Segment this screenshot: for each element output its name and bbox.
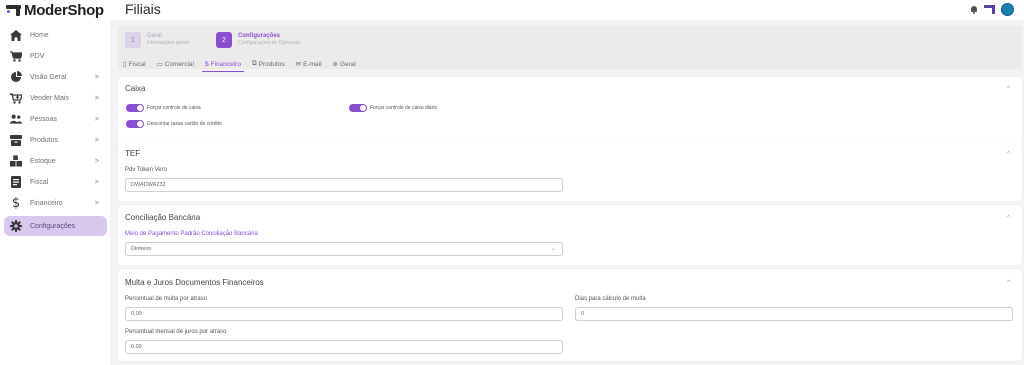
pie-chart-icon: [10, 71, 22, 83]
chevron-right-icon: >: [94, 73, 99, 81]
tab-bar: ▯ Fiscal ▭ Comercial $ Financeiro ⧉ Prod…: [123, 58, 356, 72]
chevron-right-icon: >: [94, 199, 99, 207]
sidebar-item-financeiro[interactable]: $ Financeiro >: [4, 193, 107, 213]
tab-financeiro[interactable]: $ Financeiro: [201, 58, 244, 72]
chevron-up-icon[interactable]: ^: [1007, 151, 1010, 157]
cart-plus-icon: [10, 92, 22, 104]
document-icon: ▯: [123, 61, 127, 68]
brand-logo[interactable]: ModerShop: [6, 0, 104, 20]
sidebar: Home PDV Visão Geral > Vender Mais > Pes…: [0, 20, 110, 365]
document-icon: [10, 176, 22, 188]
chevron-up-icon[interactable]: ^: [1007, 280, 1010, 286]
dollar-icon: $: [11, 195, 21, 211]
percentual-multa-input[interactable]: 0,00: [125, 307, 563, 321]
sidebar-item-configuracoes[interactable]: Configurações: [4, 216, 107, 236]
globe-icon: ⊕: [332, 61, 338, 68]
home-icon: [10, 29, 22, 41]
meio-pagamento-select[interactable]: Dinheiro ⌄: [125, 242, 563, 256]
box-icon: ⧉: [251, 60, 257, 67]
main-content: 1 Geral Informações gerais 2 Configuraçõ…: [110, 20, 1024, 365]
chevron-right-icon: >: [94, 178, 99, 186]
percentual-multa-label: Percentual de multa por atraso: [125, 296, 208, 302]
step-2-subtitle: Configurações de Operação: [238, 40, 301, 46]
descontar-taxas-toggle[interactable]: [126, 120, 144, 128]
gear-icon: [10, 220, 22, 232]
bell-icon[interactable]: [970, 5, 978, 14]
forcar-controle-caixa-toggle[interactable]: [126, 104, 144, 112]
chevron-right-icon: >: [94, 94, 99, 102]
tab-fiscal[interactable]: ▯ Fiscal: [123, 58, 146, 70]
meio-pagamento-label: Meio de Pagamento Padrão Conciliação Ban…: [125, 231, 258, 237]
step-1-number[interactable]: 1: [125, 32, 141, 48]
cart-icon: [10, 50, 22, 62]
tab-geral[interactable]: ⊕ Geral: [333, 58, 356, 70]
forcar-controle-caixa-label: Forçar controle de caixa: [147, 105, 201, 111]
chevron-right-icon: >: [94, 157, 99, 165]
sidebar-item-pdv[interactable]: PDV: [4, 46, 107, 66]
box-icon: [10, 134, 22, 146]
chevron-down-icon: ⌄: [550, 246, 556, 252]
sidebar-item-home[interactable]: Home: [4, 25, 107, 45]
tef-card: TEF ^ Pdv Token Vero DWADWA232: [118, 141, 1022, 201]
descontar-taxas-label: Descontar taxas cartão de crédito: [147, 121, 222, 127]
tab-comercial[interactable]: ▭ Comercial: [157, 58, 194, 70]
sidebar-item-vender-mais[interactable]: Vender Mais >: [4, 88, 107, 108]
calendar-icon: ▭: [156, 61, 163, 68]
step-1-subtitle: Informações gerais: [147, 40, 190, 46]
step-2-number[interactable]: 2: [216, 32, 232, 48]
multa-juros-card: Multa e Juros Documentos Financeiros ^ P…: [118, 269, 1022, 361]
dollar-icon: $: [204, 60, 209, 68]
multa-juros-title: Multa e Juros Documentos Financeiros: [125, 278, 264, 287]
dias-multa-input[interactable]: 0: [575, 307, 1013, 321]
top-bar: ModerShop Filiais: [0, 0, 1024, 20]
chevron-right-icon: >: [94, 115, 99, 123]
tab-produtos[interactable]: ⧉ Produtos: [252, 58, 285, 70]
sidebar-item-visao-geral[interactable]: Visão Geral >: [4, 67, 107, 87]
pdv-token-input[interactable]: DWADWA232: [125, 178, 563, 192]
forcar-controle-caixa-diario-toggle[interactable]: [349, 104, 367, 112]
sidebar-item-fiscal[interactable]: Fiscal >: [4, 172, 107, 192]
app-logo-icon[interactable]: [984, 5, 995, 14]
step-2-title[interactable]: Configurações: [238, 33, 280, 39]
avatar[interactable]: [1001, 3, 1014, 16]
sidebar-item-pessoas[interactable]: Pessoas >: [4, 109, 107, 129]
dias-multa-label: Dias para cálculo de multa: [575, 296, 646, 302]
percentual-juros-input[interactable]: 0,00: [125, 340, 563, 354]
chevron-up-icon[interactable]: ^: [1007, 86, 1010, 92]
tef-title: TEF: [125, 149, 141, 158]
sidebar-item-produtos[interactable]: Produtos >: [4, 130, 107, 150]
pdv-token-label: Pdv Token Vero: [125, 167, 167, 173]
boxes-icon: [10, 155, 22, 167]
tab-email[interactable]: ✉ E-mail: [296, 58, 322, 70]
brand-name: ModerShop: [24, 1, 104, 19]
conciliacao-title: Conciliação Bancária: [125, 213, 201, 222]
people-icon: [10, 113, 22, 125]
conciliacao-card: Conciliação Bancária ^ Meio de Pagamento…: [118, 205, 1022, 265]
logo-icon: [6, 5, 21, 16]
chevron-right-icon: >: [94, 136, 99, 144]
sidebar-item-estoque[interactable]: Estoque >: [4, 151, 107, 171]
forcar-controle-caixa-diario-label: Forçar controle de caixa diário: [370, 105, 438, 111]
step-1-title[interactable]: Geral: [147, 33, 162, 39]
caixa-title: Caixa: [125, 84, 146, 93]
mail-icon: ✉: [295, 61, 302, 68]
chevron-up-icon[interactable]: ^: [1007, 215, 1010, 221]
percentual-juros-label: Percentual mensal de juros por atraso: [125, 329, 227, 335]
page-title: Filiais: [125, 1, 161, 17]
